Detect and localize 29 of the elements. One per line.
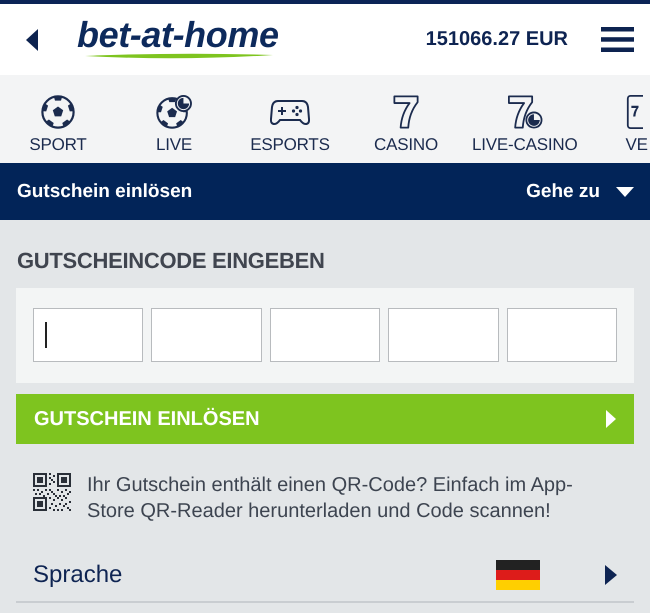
caret-right-icon [605,565,617,585]
caret-right-icon [606,410,616,428]
category-tab[interactable]: LIVE [116,75,232,163]
category-tab[interactable]: SPORT [0,75,116,163]
logo-wordmark: bet-at-home [77,17,279,53]
category-tab[interactable]: CASINO [348,75,464,163]
category-tab[interactable]: LIVE-CASINO [464,75,586,163]
account-balance: 151066.27 EUR [426,28,568,51]
qr-hint-text: Ihr Gutschein enthält einen QR-Code? Einfach im App-Store QR-Reader herunterladen und Code scannen! [87,473,574,524]
code-input-field[interactable] [388,308,499,362]
category-tab[interactable]: VE [586,75,650,163]
ball-clock-icon [155,95,193,129]
menu-icon[interactable] [601,27,634,52]
category-tab[interactable]: ESPORTS [232,75,348,163]
language-selector[interactable]: Sprache [16,549,634,603]
flag-icon [496,560,540,590]
caret-down-icon [616,186,634,196]
code-input-field[interactable] [33,308,144,362]
back-icon[interactable] [26,28,38,50]
seven-tile-icon [626,95,642,129]
code-input-field[interactable] [506,308,618,362]
goto-dropdown[interactable]: Gehe zu [526,180,634,202]
section-title: Gutschein einlösen [17,180,192,202]
soccer-ball-icon [41,95,75,129]
qr-code-icon [33,473,71,511]
code-input-field[interactable] [151,308,262,362]
code-input-field[interactable] [270,308,380,362]
section-heading: GUTSCHEINCODE EINGEBEN [17,248,326,274]
seven-icon [391,95,421,129]
